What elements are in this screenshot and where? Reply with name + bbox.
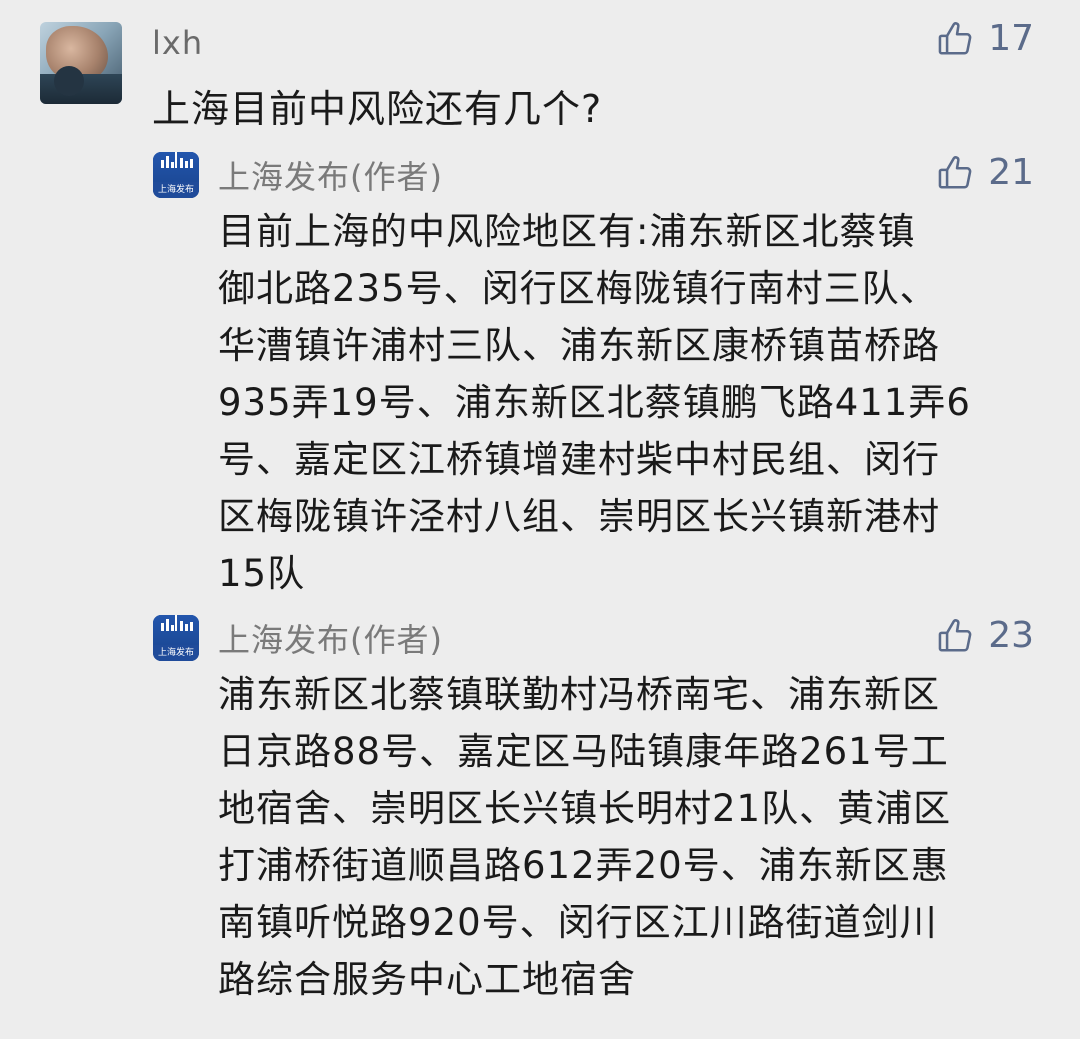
author-avatar-label: 上海发布 (153, 182, 199, 198)
reply-like-button[interactable]: 21 (936, 152, 1034, 193)
thumbs-up-icon (938, 155, 972, 189)
reply-author-name[interactable]: 上海发布(作者) (218, 152, 443, 198)
shanghai-fabu-logo-icon (153, 615, 199, 645)
thumbs-up-icon (938, 618, 972, 652)
reply-author-name[interactable]: 上海发布(作者) (218, 615, 443, 661)
thumbs-up-icon (938, 21, 972, 55)
comment-username[interactable]: lxh (152, 24, 203, 62)
user-avatar[interactable] (40, 22, 122, 104)
comment-text: 上海目前中风险还有几个? (152, 87, 603, 131)
reply-text: 浦东新区北蔡镇联勤村冯桥南宅、浦东新区 日京路88号、嘉定区马陆镇康年路261号… (218, 673, 952, 1001)
author-avatar-label: 上海发布 (153, 645, 199, 661)
comment-like-count: 17 (988, 18, 1034, 59)
shanghai-fabu-logo-icon (153, 152, 199, 182)
comment-thread: lxh 17 上海目前中风险还有几个? 上海发布 上海发布(作者) 21 目前上… (0, 0, 1080, 1039)
reply-like-count: 21 (988, 152, 1034, 193)
reply-text: 目前上海的中风险地区有:浦东新区北蔡镇 御北路235号、闵行区梅陇镇行南村三队、… (218, 210, 971, 595)
reply-like-count: 23 (988, 615, 1034, 656)
author-avatar[interactable]: 上海发布 (153, 152, 199, 198)
comment-like-button[interactable]: 17 (936, 18, 1034, 59)
author-avatar[interactable]: 上海发布 (153, 615, 199, 661)
reply-like-button[interactable]: 23 (936, 615, 1034, 656)
